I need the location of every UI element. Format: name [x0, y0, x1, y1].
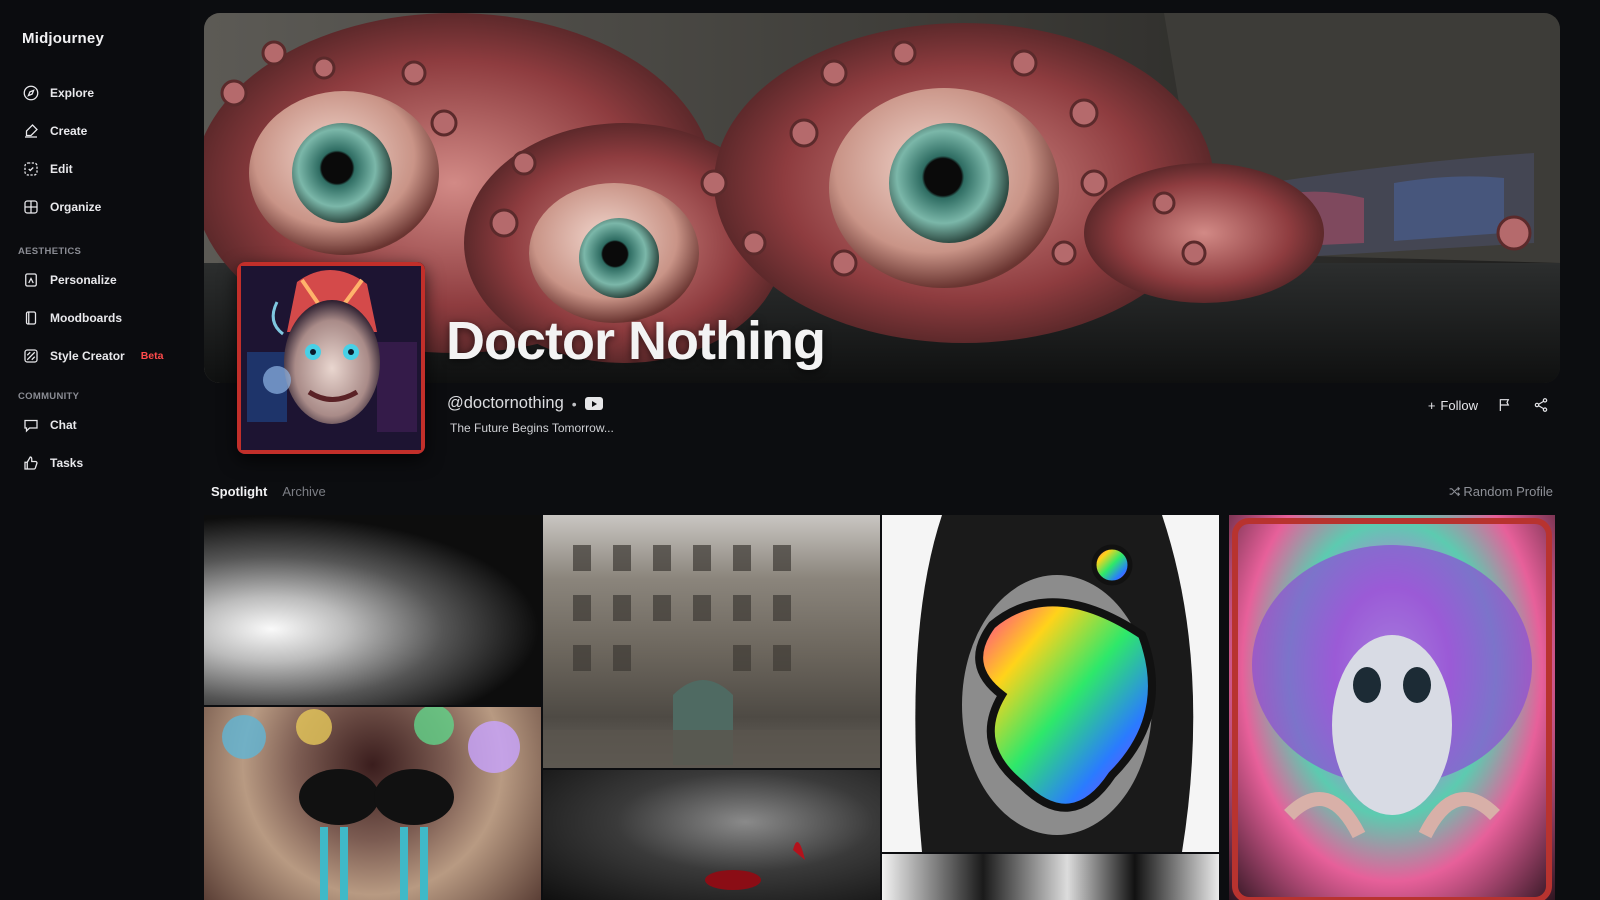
- portrait-artwork: [915, 515, 1194, 852]
- sidebar-item-edit[interactable]: Edit: [22, 155, 73, 183]
- profile-handle[interactable]: @doctornothing: [447, 394, 564, 413]
- sidebar: Midjourney Explore Create Edit Organize …: [0, 0, 190, 900]
- random-profile-button[interactable]: Random Profile: [1448, 484, 1553, 499]
- sidebar-item-style-creator[interactable]: Style Creator Beta: [22, 342, 163, 370]
- sidebar-item-personalize[interactable]: Personalize: [22, 266, 117, 294]
- sidebar-item-create[interactable]: Create: [22, 117, 87, 145]
- profile-tabs: Spotlight Archive: [211, 484, 326, 499]
- flag-icon: [1499, 399, 1510, 411]
- avatar[interactable]: [237, 262, 425, 454]
- share-button[interactable]: [1532, 396, 1550, 414]
- youtube-icon[interactable]: [584, 397, 603, 410]
- random-profile-label: Random Profile: [1463, 484, 1553, 499]
- style-creator-icon: [24, 349, 38, 363]
- sidebar-item-organize[interactable]: Organize: [22, 193, 101, 221]
- alien-artwork: [1232, 518, 1552, 900]
- edit-icon: [24, 162, 38, 176]
- woman-artwork: [705, 842, 805, 890]
- gallery-image-alien-psychedelic[interactable]: [1229, 515, 1555, 900]
- gallery-image-bw[interactable]: [882, 854, 1219, 900]
- personalize-icon: [25, 273, 37, 287]
- sidebar-item-label: Style Creator: [50, 349, 125, 363]
- profile-tagline: The Future Begins Tomorrow...: [450, 421, 614, 435]
- profile-handle-row: @doctornothing •: [447, 394, 603, 413]
- sidebar-item-label: Organize: [50, 200, 102, 214]
- sidebar-item-label: Tasks: [50, 456, 84, 470]
- tab-archive[interactable]: Archive: [282, 484, 325, 499]
- shuffle-icon: [1450, 486, 1461, 497]
- profile-name: Doctor Nothing: [446, 311, 826, 371]
- sidebar-item-explore[interactable]: Explore: [22, 79, 94, 107]
- sidebar-item-label: Chat: [50, 418, 77, 432]
- sidebar-item-label: Personalize: [50, 273, 117, 287]
- gallery-image-building[interactable]: [543, 515, 880, 768]
- separator-dot: •: [571, 395, 577, 412]
- sidebar-item-label: Explore: [50, 86, 95, 100]
- app-logo[interactable]: Midjourney: [22, 30, 104, 47]
- gallery-image-fractal[interactable]: [204, 515, 541, 705]
- chrome-face-artwork: [222, 707, 520, 900]
- tab-spotlight[interactable]: Spotlight: [211, 484, 267, 499]
- sidebar-item-moodboards[interactable]: Moodboards: [22, 304, 122, 332]
- gallery-image-portrait-psychedelic[interactable]: [882, 515, 1219, 852]
- section-label-community: COMMUNITY: [18, 391, 80, 402]
- section-label-aesthetics: AESTHETICS: [18, 246, 82, 257]
- follow-label: Follow: [1440, 397, 1478, 413]
- avatar-artwork: [237, 262, 425, 454]
- compass-icon: [23, 85, 39, 101]
- plus-icon: +: [1427, 397, 1436, 413]
- thumbs-up-icon: [24, 456, 38, 470]
- sidebar-item-chat[interactable]: Chat: [22, 411, 77, 439]
- share-icon: [1534, 398, 1548, 412]
- grid-icon: [24, 200, 38, 214]
- follow-button[interactable]: + Follow: [1428, 398, 1478, 413]
- moodboard-icon: [25, 311, 37, 325]
- brush-icon: [25, 124, 38, 138]
- profile-actions: + Follow: [1428, 396, 1550, 414]
- sidebar-item-tasks[interactable]: Tasks: [22, 449, 83, 477]
- beta-badge: Beta: [140, 350, 164, 362]
- sidebar-item-label: Create: [50, 124, 88, 138]
- report-flag-button[interactable]: [1496, 396, 1514, 414]
- gallery-image-chrome-face[interactable]: [204, 707, 541, 900]
- sidebar-item-label: Moodboards: [50, 311, 122, 325]
- building-artwork: [543, 545, 880, 768]
- gallery-image-portrait-woman[interactable]: [543, 770, 880, 900]
- chat-icon: [24, 419, 38, 433]
- sidebar-item-label: Edit: [50, 162, 73, 176]
